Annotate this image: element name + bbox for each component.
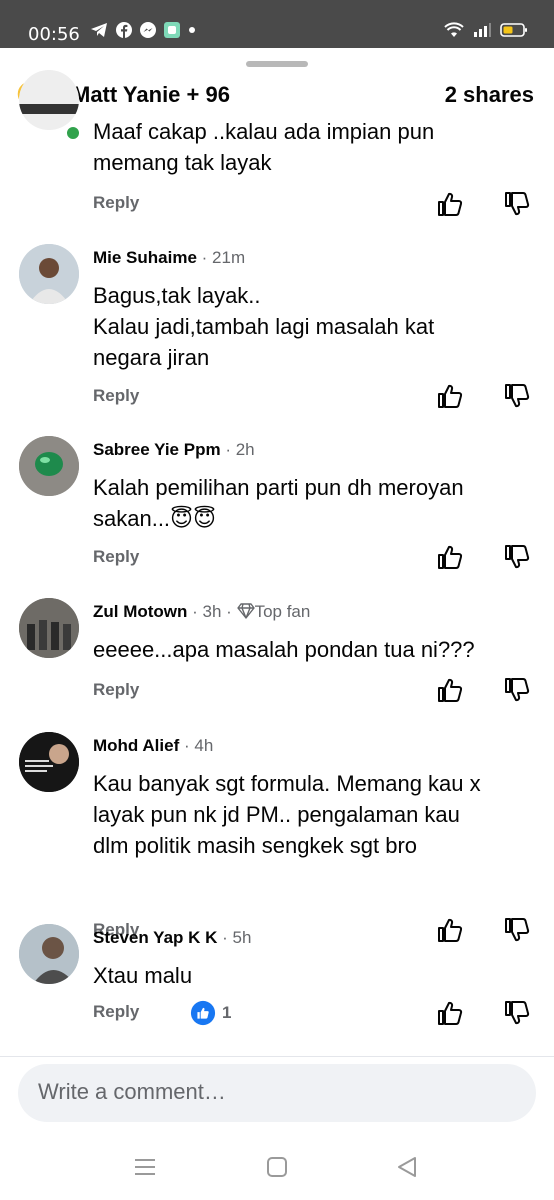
thumbs-up-icon[interactable] xyxy=(436,676,464,704)
comments-sheet: Matt Yanie + 96 2 shares Maaf cakap ..ka… xyxy=(0,48,554,1200)
reply-button[interactable]: Reply xyxy=(93,193,139,213)
status-system-icons xyxy=(444,22,528,38)
signal-icon xyxy=(474,23,491,37)
dot-icon xyxy=(189,27,195,33)
sheet-drag-handle[interactable] xyxy=(246,61,308,67)
thumbs-up-icon[interactable] xyxy=(436,190,464,218)
avatar[interactable] xyxy=(19,732,79,792)
reaction-count: 1 xyxy=(222,1003,232,1022)
telegram-icon xyxy=(91,23,107,37)
thumbs-down-icon[interactable] xyxy=(503,190,531,218)
thumbs-down-icon[interactable] xyxy=(503,999,531,1027)
reply-button[interactable]: Reply xyxy=(93,680,139,700)
reply-button[interactable]: Reply xyxy=(93,1002,139,1022)
comment-author[interactable]: Mie Suhaime · 21m xyxy=(93,248,245,268)
reply-button[interactable]: Reply xyxy=(93,547,139,567)
facebook-icon xyxy=(116,22,132,38)
thumbs-down-icon[interactable] xyxy=(503,676,531,704)
comment-author[interactable]: Zul Motown · 3h · Top fan xyxy=(93,602,310,622)
avatar[interactable] xyxy=(19,244,79,304)
status-time: 00:56 xyxy=(28,24,80,45)
comment-author[interactable]: Mohd Alief · 4h xyxy=(93,736,213,756)
comment-item: Mie Suhaime · 21m Bagus,tak layak.. Kala… xyxy=(0,240,554,430)
comment-text: Kau banyak sgt formula. Memang kau x lay… xyxy=(93,771,481,858)
comment-time: · 4h xyxy=(183,736,214,755)
thumbs-up-icon[interactable] xyxy=(436,382,464,410)
thumbs-down-icon[interactable] xyxy=(503,543,531,571)
shares-count[interactable]: 2 shares xyxy=(445,82,534,108)
like-reaction-icon[interactable] xyxy=(190,1000,216,1026)
comment-input-placeholder: Write a comment… xyxy=(38,1079,226,1104)
comment-author[interactable]: Steven Yap K K · 5h xyxy=(93,928,251,948)
comment-input[interactable]: Write a comment… xyxy=(18,1064,536,1122)
system-nav-bar xyxy=(0,1148,554,1200)
menu-icon[interactable] xyxy=(134,1157,156,1177)
comment-text: Kalah pemilihan parti pun dh meroyan sak… xyxy=(93,475,464,531)
wifi-icon xyxy=(444,22,464,37)
avatar[interactable] xyxy=(19,924,79,984)
reply-button[interactable]: Reply xyxy=(93,386,139,406)
comment-time: · 3h · xyxy=(192,602,232,621)
home-square-icon[interactable] xyxy=(266,1156,288,1178)
thumbs-down-icon[interactable] xyxy=(503,382,531,410)
status-notification-icons xyxy=(90,22,196,38)
battery-icon xyxy=(500,23,527,37)
comment-time: · 21m xyxy=(201,248,246,267)
comment-text: Xtau malu xyxy=(93,963,193,988)
back-icon[interactable] xyxy=(396,1156,418,1178)
app-icon xyxy=(164,22,180,38)
comment-item: Mohd Alief · 4h Kau banyak sgt formula. … xyxy=(0,728,554,942)
comment-item: Steven Yap K K · 5h Xtau malu Reply 1 xyxy=(0,920,554,1050)
comment-time: · 2h xyxy=(225,440,255,459)
comment-item: Maaf cakap ..kalau ada impian pun memang… xyxy=(0,70,554,240)
comment-item: Sabree Yie Ppm · 2h Kalah pemilihan part… xyxy=(0,432,554,592)
comment-author[interactable]: Sabree Yie Ppm · 2h xyxy=(93,440,255,460)
comment-text: Maaf cakap ..kalau ada impian pun memang… xyxy=(93,119,435,175)
messenger-icon xyxy=(140,22,156,38)
composer-divider xyxy=(0,1056,554,1057)
thumbs-up-icon[interactable] xyxy=(436,999,464,1027)
avatar[interactable] xyxy=(19,70,79,130)
top-fan-badge: Top fan xyxy=(254,602,311,621)
online-status-icon xyxy=(65,125,81,141)
thumbs-up-icon[interactable] xyxy=(436,543,464,571)
comment-text: Bagus,tak layak.. Kalau jadi,tambah lagi… xyxy=(93,283,435,370)
reactor-names[interactable]: Matt Yanie + 96 xyxy=(72,82,230,108)
diamond-icon xyxy=(236,603,255,619)
avatar[interactable] xyxy=(19,436,79,496)
comment-time: · 5h xyxy=(222,928,252,947)
status-bar: 00:56 xyxy=(0,0,554,48)
comment-item: Zul Motown · 3h · Top fan eeeee...apa ma… xyxy=(0,594,554,728)
comment-text: eeeee...apa masalah pondan tua ni??? xyxy=(93,637,475,662)
avatar[interactable] xyxy=(19,598,79,658)
